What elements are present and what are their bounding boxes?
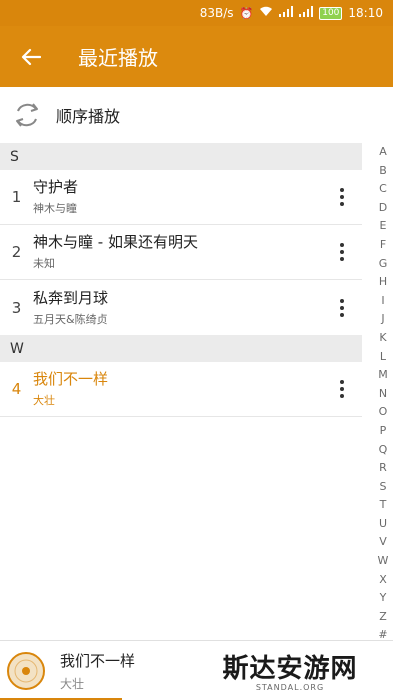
alphabet-index-letter[interactable]: F (380, 236, 386, 255)
song-row[interactable]: 1 守护者 神木与瞳 (0, 170, 362, 225)
alphabet-index-letter[interactable]: Z (379, 608, 387, 627)
song-row[interactable]: 2 神木与瞳 - 如果还有明天 未知 (0, 225, 362, 280)
more-options-icon[interactable] (322, 170, 362, 225)
alphabet-index-letter[interactable]: M (378, 366, 388, 385)
alphabet-index-letter[interactable]: R (379, 459, 387, 478)
song-row[interactable]: 3 私奔到月球 五月天&陈绮贞 (0, 280, 362, 335)
signal-icon (279, 6, 294, 20)
section-header-w: W (0, 335, 362, 362)
more-options-icon[interactable] (322, 225, 362, 280)
alphabet-index-letter[interactable]: S (380, 478, 387, 497)
page-title: 最近播放 (78, 46, 158, 70)
alphabet-index-letter[interactable]: U (379, 515, 387, 534)
song-title: 守护者 (33, 178, 79, 196)
song-number: 4 (11, 380, 22, 398)
play-mode-label: 顺序播放 (56, 107, 121, 126)
alphabet-index-letter[interactable]: Q (379, 441, 388, 460)
song-info: 私奔到月球 五月天&陈绮贞 (33, 289, 322, 327)
disc-icon (7, 651, 45, 690)
alphabet-index-letter[interactable]: X (379, 571, 387, 590)
alphabet-index-letter[interactable]: K (379, 329, 386, 348)
alphabet-index-letter[interactable]: D (379, 199, 387, 218)
more-options-icon[interactable] (322, 280, 362, 335)
repeat-icon (16, 103, 38, 127)
song-number: 3 (11, 298, 22, 317)
song-row-playing[interactable]: 4 我们不一样 大壮 (0, 362, 362, 417)
wifi-icon (259, 6, 273, 20)
alphabet-index-letter[interactable]: E (380, 217, 387, 236)
alphabet-index-letter[interactable]: V (379, 533, 387, 552)
status-bar: 83B/s ⏰ 100 18:10 (0, 0, 393, 26)
song-info: 我们不一样 大壮 (33, 370, 322, 408)
song-artist: 大壮 (33, 394, 55, 407)
alphabet-index-letter[interactable]: L (380, 348, 386, 367)
alphabet-index-letter[interactable]: G (379, 255, 388, 274)
alphabet-index-letter[interactable]: J (381, 310, 384, 329)
song-list: S 1 守护者 神木与瞳 2 神木与瞳 - 如果还有明天 未知 3 私奔到月球 … (0, 143, 362, 417)
song-info: 神木与瞳 - 如果还有明天 未知 (33, 233, 322, 271)
alphabet-index-letter[interactable]: B (379, 162, 387, 181)
song-artist: 五月天&陈绮贞 (33, 312, 108, 326)
now-playing-artist: 大壮 (60, 676, 85, 691)
section-header-s: S (0, 143, 362, 170)
alphabet-index-letter[interactable]: Y (380, 589, 387, 608)
song-title: 我们不一样 (33, 370, 109, 388)
alphabet-index-letter[interactable]: C (379, 180, 387, 199)
alphabet-index[interactable]: A B C D E F G H I J K L M N O P Q R S T U V W X Y Z # (373, 143, 393, 645)
back-button[interactable] (0, 26, 62, 87)
now-playing-info: 我们不一样 大壮 (60, 650, 135, 692)
app-root: 83B/s ⏰ 100 18:10 最近播放 顺序播放 S 1 守护者 神木与瞳… (0, 0, 393, 700)
song-artist: 未知 (33, 257, 55, 270)
song-number: 2 (11, 243, 22, 261)
alphabet-index-letter[interactable]: I (381, 292, 384, 311)
alphabet-index-letter[interactable]: W (378, 552, 389, 571)
battery-icon: 100 (319, 6, 343, 20)
alphabet-index-letter[interactable]: N (379, 385, 387, 404)
network-speed: 83B/s (199, 6, 234, 20)
alphabet-index-letter[interactable]: P (380, 422, 387, 441)
more-options-icon[interactable] (322, 362, 362, 417)
toolbar: 最近播放 (0, 26, 393, 87)
alphabet-index-letter[interactable]: T (380, 496, 387, 515)
song-title: 神木与瞳 - 如果还有明天 (33, 233, 198, 251)
play-mode-button[interactable]: 顺序播放 (0, 87, 393, 143)
alarm-icon: ⏰ (239, 6, 254, 20)
song-number: 1 (11, 188, 22, 206)
song-title: 私奔到月球 (33, 288, 109, 307)
signal-icon-2 (299, 6, 314, 20)
now-playing-title: 我们不一样 (60, 651, 136, 670)
alphabet-index-letter[interactable]: A (379, 143, 387, 162)
arrow-left-icon (21, 48, 41, 65)
song-info: 守护者 神木与瞳 (33, 178, 322, 216)
alphabet-index-letter[interactable]: O (379, 403, 388, 422)
alphabet-index-letter[interactable]: H (379, 273, 387, 292)
clock: 18:10 (348, 6, 383, 20)
watermark-text: 斯达安游网 (222, 654, 358, 684)
song-artist: 神木与瞳 (33, 202, 77, 215)
watermark-logo: 斯达安游网 STANDAL.ORG (220, 648, 360, 698)
